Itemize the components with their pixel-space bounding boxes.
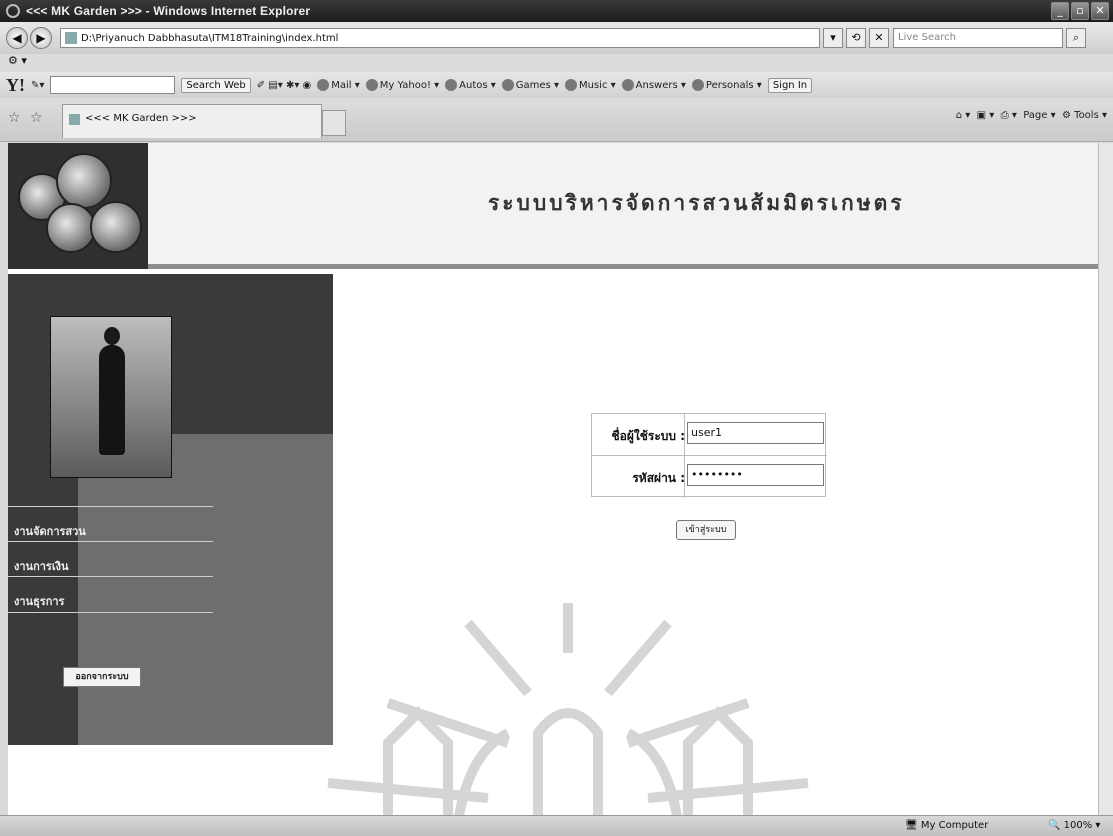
yahoo-link-my-yahoo[interactable]: My Yahoo! ▾ [365,79,439,91]
my-yahoo-icon [365,79,378,91]
zoom-control[interactable]: 🔍 100% ▾ [1048,820,1100,831]
maximize-button[interactable]: ▫ [1071,2,1089,20]
extra-toolbar: ⚙ ▾ [0,54,1113,72]
feeds-icon[interactable]: ▣ ▾ [977,110,995,121]
status-bar: 🖥 My Computer 🔍 100% ▾ [0,815,1113,836]
vertical-scrollbar[interactable] [1098,143,1113,815]
answers-icon [621,79,634,91]
yahoo-link-personals[interactable]: Personals ▾ [691,79,762,91]
new-tab-button[interactable] [322,110,346,136]
yahoo-link-autos[interactable]: Autos ▾ [445,79,496,91]
toolbar-icon[interactable]: ⚙ ▾ [8,54,27,67]
search-icon[interactable]: ⌕ [1066,28,1086,48]
back-button[interactable]: ◀ [6,27,28,49]
address-field[interactable]: D:\Priyanuch Dabbhasuta\ITM18Training\in… [60,28,820,48]
stop-button[interactable]: ✕ [869,28,889,48]
favorites-star-icon[interactable]: ☆ [8,110,21,126]
username-label: ชื่อผู้ใช้ระบบ : [611,429,686,443]
yahoo-link-games[interactable]: Games ▾ [501,79,559,91]
tab-page-icon [69,114,80,125]
car-icon [445,79,458,91]
yahoo-link-answers[interactable]: Answers ▾ [621,79,686,91]
login-button[interactable]: เข้าสู่ระบบ [676,520,736,540]
university-watermark [327,603,809,815]
search-web-button[interactable]: Search Web [181,77,251,93]
yahoo-logo-icon[interactable]: Y! [6,75,25,96]
yahoo-link-music[interactable]: Music ▾ [564,79,616,91]
username-field[interactable]: user1 [687,422,824,444]
sidebar-item-administration[interactable]: งานธุรการ [14,592,64,610]
refresh-button[interactable]: ⟲ [846,28,866,48]
oranges-image [8,143,148,269]
minimize-button[interactable]: _ [1051,2,1069,20]
live-search-input[interactable]: Live Search [893,28,1063,48]
pencil-icon[interactable]: ✎▾ [31,80,44,91]
forward-button[interactable]: ▶ [30,27,52,49]
command-bar: ⌂ ▾ ▣ ▾ ⎙ ▾ Page ▾ ⚙ Tools ▾ [956,110,1107,121]
mail-icon [317,79,330,91]
login-form: ชื่อผู้ใช้ระบบ : user1 รหัสผ่าน : ••••••… [591,413,827,498]
games-icon [501,79,514,91]
page-icon [65,32,77,44]
yahoo-link-mail[interactable]: Mail ▾ [317,79,360,91]
sign-in-button[interactable]: Sign In [767,77,813,93]
address-toolbar: ◀ ▶ D:\Priyanuch Dabbhasuta\ITM18Trainin… [0,22,1113,54]
tab-label: <<< MK Garden >>> [85,113,197,124]
yahoo-search-input[interactable] [50,76,176,94]
address-dropdown-button[interactable]: ▾ [823,28,843,48]
music-icon [564,79,577,91]
close-window-button[interactable]: ✕ [1091,2,1109,20]
page-viewport: ระบบบริหารจัดการสวนส้มมิตรเกษตร งานจัดกา… [8,143,1098,815]
print-icon[interactable]: ⎙ ▾ [1001,110,1017,121]
address-url: D:\Priyanuch Dabbhasuta\ITM18Training\in… [81,32,339,44]
businesswoman-image [50,316,172,478]
password-label: รหัสผ่าน : [632,471,685,485]
site-title: ระบบบริหารจัดการสวนส้มมิตรเกษตร [488,190,905,215]
add-favorites-icon[interactable]: ☆ [30,110,43,126]
tools-menu[interactable]: ⚙ Tools ▾ [1062,110,1107,121]
site-banner: ระบบบริหารจัดการสวนส้มมิตรเกษตร [8,143,1098,269]
sidebar-item-garden-management[interactable]: งานจัดการสวน [14,522,86,540]
yahoo-toolbar: Y! ✎▾ Search Web ✐ ▤▾ ✱▾ ◉ Mail ▾ My Yah… [0,72,1113,98]
ie-logo-icon [6,4,20,18]
username-row: ชื่อผู้ใช้ระบบ : user1 [592,414,827,456]
page-menu[interactable]: Page ▾ [1023,110,1055,121]
password-row: รหัสผ่าน : •••••••• [592,456,827,498]
logout-button[interactable]: ออกจากระบบ [63,667,141,687]
password-field[interactable]: •••••••• [687,464,824,486]
window-title: <<< MK Garden >>> - Windows Internet Exp… [26,4,311,18]
tab-bar: ☆ ☆ <<< MK Garden >>> ⌂ ▾ ▣ ▾ ⎙ ▾ Page ▾… [0,98,1113,142]
window-title-bar: <<< MK Garden >>> - Windows Internet Exp… [0,0,1113,22]
tab-mk-garden[interactable]: <<< MK Garden >>> [62,104,322,138]
zone-indicator: 🖥 My Computer [905,820,989,831]
sidebar-item-finance[interactable]: งานการเงิน [14,557,68,575]
home-icon[interactable]: ⌂ ▾ [956,110,971,121]
toolbar-tools-icons[interactable]: ✐ ▤▾ ✱▾ ◉ [257,80,312,91]
heart-icon [691,79,704,91]
